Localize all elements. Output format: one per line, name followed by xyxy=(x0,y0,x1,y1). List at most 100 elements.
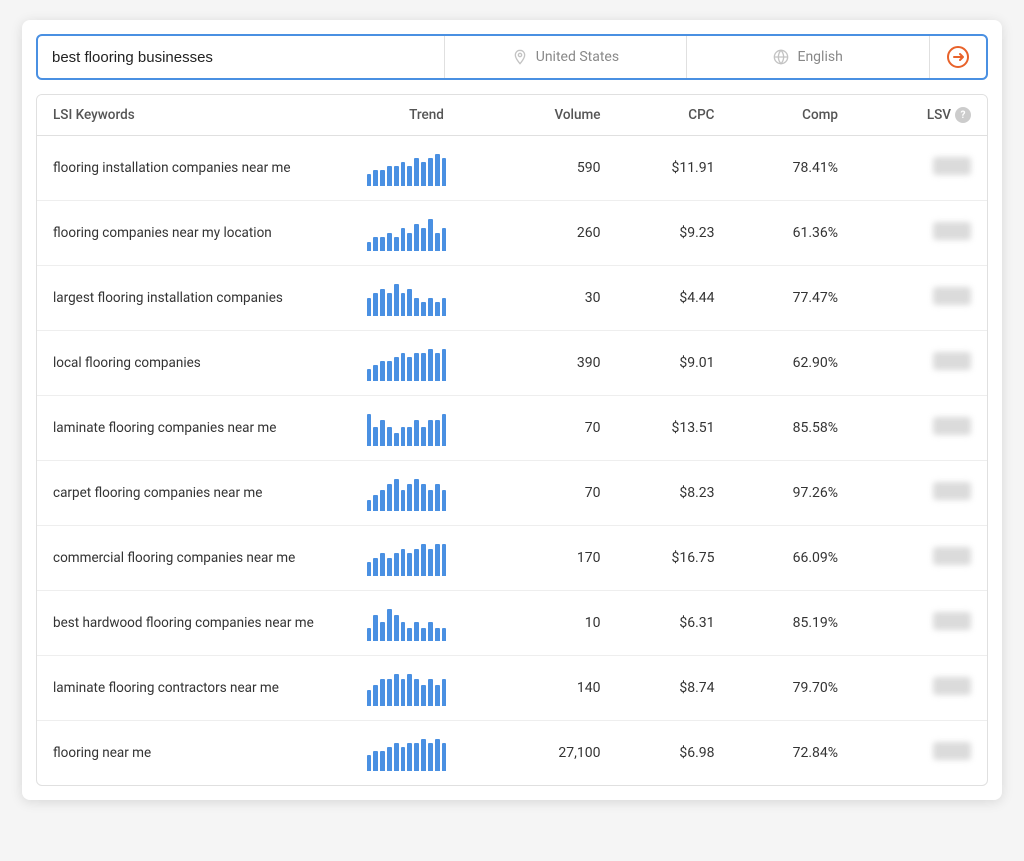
trend-bar xyxy=(421,739,426,771)
lsv-value-blurred xyxy=(933,742,971,760)
cpc-cell: $11.91 xyxy=(617,136,731,201)
cpc-cell: $6.98 xyxy=(617,721,731,786)
trend-cell xyxy=(351,266,503,331)
trend-bar xyxy=(442,414,447,446)
trend-bar xyxy=(380,289,385,316)
search-button[interactable] xyxy=(930,36,986,78)
trend-bar xyxy=(407,553,412,576)
trend-bar xyxy=(442,490,447,511)
col-header-keyword: LSI Keywords xyxy=(37,95,351,136)
trend-bar xyxy=(435,685,440,706)
trend-bar xyxy=(373,685,378,706)
trend-bar xyxy=(380,420,385,446)
trend-bar xyxy=(387,609,392,641)
trend-bar xyxy=(421,302,426,316)
trend-bar xyxy=(373,495,378,511)
trend-bar xyxy=(414,353,419,381)
trend-bar xyxy=(373,615,378,641)
trend-bar xyxy=(442,628,447,641)
cpc-cell: $6.31 xyxy=(617,591,731,656)
globe-icon xyxy=(773,49,789,65)
trend-bar xyxy=(380,237,385,251)
trend-bar xyxy=(394,479,399,511)
table-row: largest flooring installation companies … xyxy=(37,266,987,331)
lsv-cell xyxy=(854,396,987,461)
trend-bar xyxy=(401,549,406,576)
lsv-cell xyxy=(854,721,987,786)
trend-sparkline xyxy=(367,215,447,251)
trend-bar xyxy=(407,674,412,706)
trend-bar xyxy=(394,743,399,771)
location-section[interactable]: United States xyxy=(445,36,688,78)
col-header-comp: Comp xyxy=(731,95,855,136)
trend-bar xyxy=(414,622,419,641)
trend-bar xyxy=(414,298,419,316)
trend-bar xyxy=(407,628,412,641)
trend-cell xyxy=(351,526,503,591)
lsv-cell xyxy=(854,526,987,591)
volume-cell: 590 xyxy=(503,136,617,201)
comp-cell: 85.19% xyxy=(731,591,855,656)
search-input-section[interactable] xyxy=(38,36,445,78)
trend-cell xyxy=(351,721,503,786)
col-header-trend: Trend xyxy=(351,95,503,136)
trend-cell xyxy=(351,461,503,526)
cpc-cell: $13.51 xyxy=(617,396,731,461)
trend-bar xyxy=(428,219,433,251)
trend-bar xyxy=(387,361,392,381)
table-row: laminate flooring companies near me 70 $… xyxy=(37,396,987,461)
trend-bar xyxy=(373,427,378,446)
language-section[interactable]: English xyxy=(687,36,930,78)
trend-bar xyxy=(401,679,406,706)
trend-bar xyxy=(367,755,372,771)
trend-bar xyxy=(428,349,433,381)
lsv-value-blurred xyxy=(933,612,971,630)
trend-cell xyxy=(351,331,503,396)
lsv-value-blurred xyxy=(933,417,971,435)
trend-bar xyxy=(414,743,419,771)
trend-bar xyxy=(435,544,440,576)
lsv-help-icon[interactable]: ? xyxy=(955,107,971,123)
trend-bar xyxy=(387,427,392,446)
trend-bar xyxy=(373,237,378,251)
search-input[interactable] xyxy=(52,49,430,66)
trend-bar xyxy=(394,674,399,706)
trend-bar xyxy=(421,484,426,511)
trend-bar xyxy=(367,414,372,446)
trend-bar xyxy=(421,628,426,641)
cpc-cell: $16.75 xyxy=(617,526,731,591)
volume-cell: 27,100 xyxy=(503,721,617,786)
comp-cell: 77.47% xyxy=(731,266,855,331)
volume-cell: 70 xyxy=(503,396,617,461)
volume-cell: 70 xyxy=(503,461,617,526)
trend-bar xyxy=(401,622,406,641)
trend-bar xyxy=(387,747,392,771)
trend-bar xyxy=(394,433,399,446)
trend-bar xyxy=(442,228,447,251)
trend-bar xyxy=(442,544,447,576)
comp-cell: 61.36% xyxy=(731,201,855,266)
trend-bar xyxy=(442,349,447,381)
lsv-cell xyxy=(854,201,987,266)
trend-bar xyxy=(442,743,447,771)
trend-bar xyxy=(428,549,433,576)
volume-cell: 170 xyxy=(503,526,617,591)
trend-bar xyxy=(373,558,378,576)
trend-bar xyxy=(435,353,440,381)
trend-bar xyxy=(387,293,392,316)
trend-bar xyxy=(407,427,412,446)
table-header-row: LSI Keywords Trend Volume CPC Comp LSV ? xyxy=(37,95,987,136)
trend-bar xyxy=(421,685,426,706)
comp-cell: 78.41% xyxy=(731,136,855,201)
trend-sparkline xyxy=(367,670,447,706)
trend-sparkline xyxy=(367,540,447,576)
table-row: commercial flooring companies near me 17… xyxy=(37,526,987,591)
comp-cell: 97.26% xyxy=(731,461,855,526)
trend-bar xyxy=(428,158,433,186)
trend-bar xyxy=(421,162,426,186)
trend-bar xyxy=(367,690,372,706)
keyword-cell: carpet flooring companies near me xyxy=(37,461,351,526)
trend-bar xyxy=(401,427,406,446)
table-scroll-area[interactable]: LSI Keywords Trend Volume CPC Comp LSV ? xyxy=(37,95,987,785)
trend-sparkline xyxy=(367,605,447,641)
